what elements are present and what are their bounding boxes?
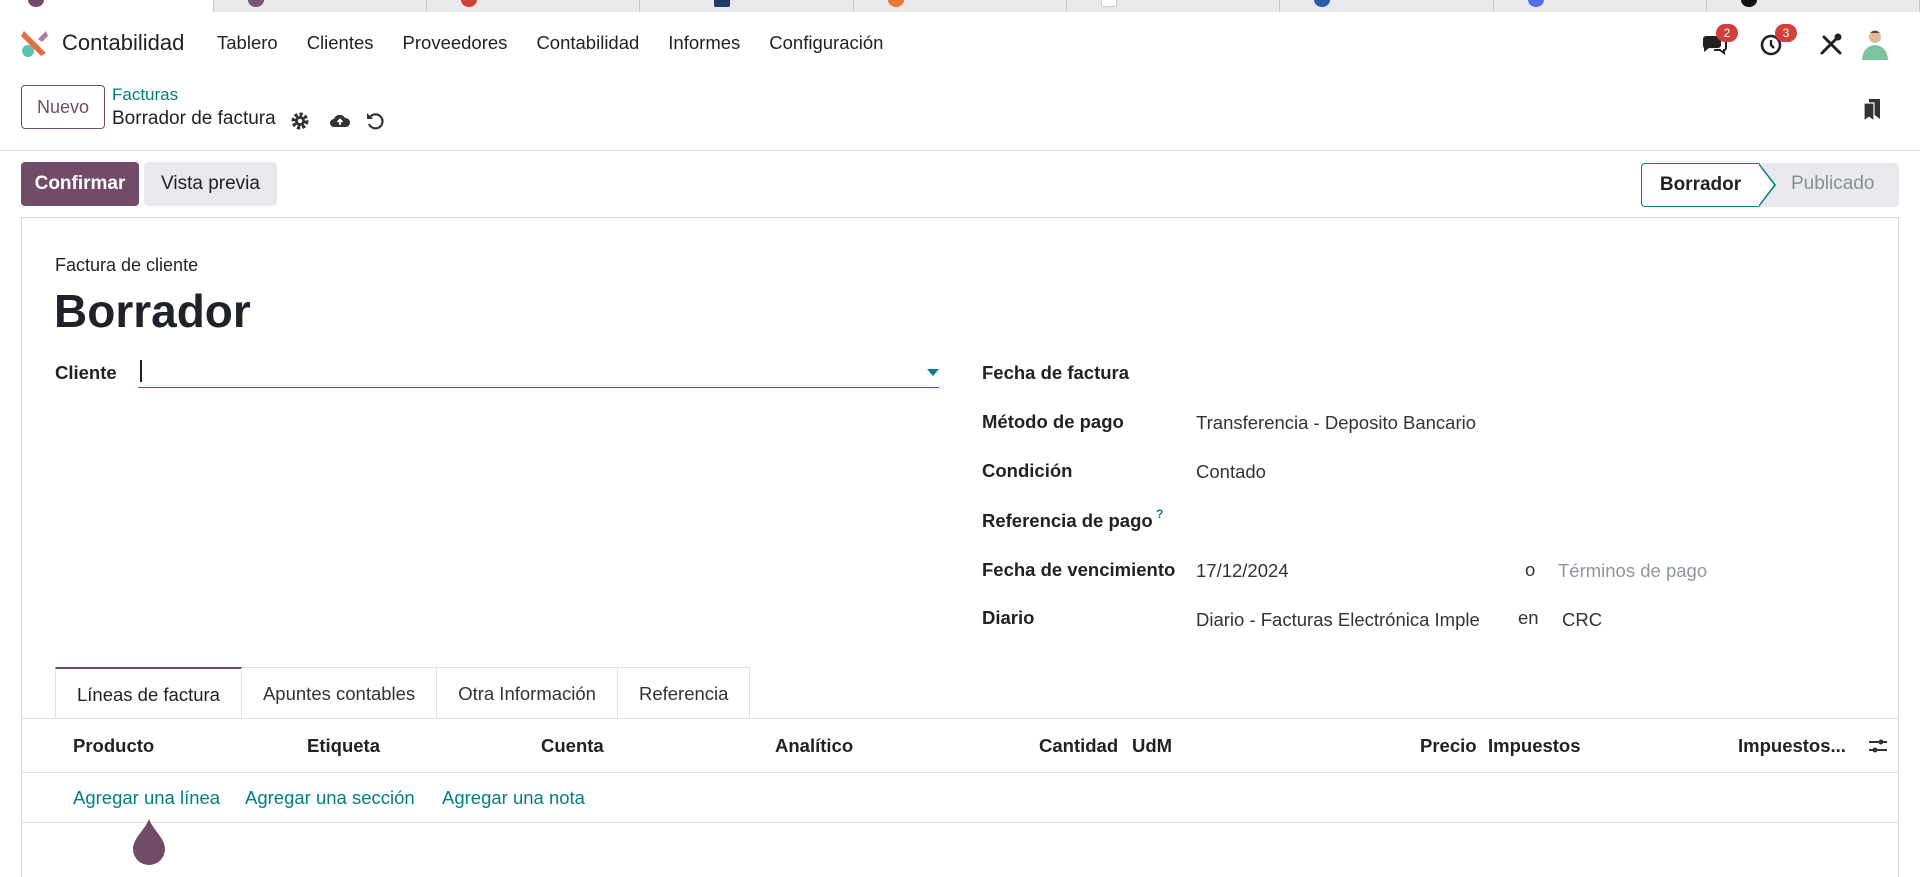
preview-button[interactable]: Vista previa bbox=[144, 162, 277, 206]
in-text: en bbox=[1518, 607, 1539, 628]
avatar[interactable] bbox=[1858, 26, 1892, 60]
activities-count-badge: 3 bbox=[1775, 24, 1797, 42]
tab-favicon-icon bbox=[1741, 0, 1757, 7]
bookmark-icon[interactable] bbox=[1862, 98, 1882, 122]
journal-field[interactable]: Diario - Facturas Electrónica Imple bbox=[1196, 609, 1489, 631]
document-type: Factura de cliente bbox=[55, 255, 199, 275]
breadcrumb-current: Borrador de factura bbox=[112, 108, 276, 129]
status-bar: Borrador Publicado bbox=[1641, 163, 1899, 207]
column-header-account[interactable]: Cuenta bbox=[541, 735, 604, 757]
tab-favicon-icon bbox=[714, 0, 730, 7]
payment-terms-field[interactable]: Términos de pago bbox=[1558, 560, 1707, 582]
menu-item-tablero[interactable]: Tablero bbox=[217, 32, 278, 54]
client-label: Cliente bbox=[55, 362, 117, 383]
column-header-label[interactable]: Etiqueta bbox=[307, 735, 380, 757]
gear-icon[interactable] bbox=[289, 110, 311, 132]
action-bar: Confirmar Vista previa Borrador Publicad… bbox=[0, 151, 1920, 217]
tab-favicon-icon bbox=[1528, 0, 1544, 7]
app-name[interactable]: Contabilidad bbox=[62, 30, 184, 56]
tab-favicon-icon bbox=[1314, 0, 1330, 7]
status-posted[interactable]: Publicado bbox=[1759, 163, 1899, 207]
lines-table-header: Producto Etiqueta Cuenta Analítico Canti… bbox=[22, 719, 1898, 773]
add-line-link[interactable]: Agregar una línea bbox=[73, 787, 220, 809]
tab-favicon-icon bbox=[888, 0, 904, 7]
status-draft[interactable]: Borrador bbox=[1641, 163, 1776, 207]
browser-tab-strip bbox=[0, 0, 1920, 12]
menu-item-clientes[interactable]: Clientes bbox=[307, 32, 374, 54]
undo-icon[interactable] bbox=[364, 110, 386, 132]
new-button[interactable]: Nuevo bbox=[21, 85, 105, 129]
top-navbar: Contabilidad Tablero Clientes Proveedore… bbox=[0, 12, 1920, 74]
browser-tab[interactable] bbox=[1280, 0, 1494, 12]
tab-journal-items[interactable]: Apuntes contables bbox=[241, 667, 438, 719]
tab-favicon-icon bbox=[1101, 0, 1117, 7]
tab-reference[interactable]: Referencia bbox=[617, 667, 751, 719]
browser-tab[interactable] bbox=[854, 0, 1067, 12]
main-menu: Tablero Clientes Proveedores Contabilida… bbox=[217, 32, 912, 54]
status-arrow bbox=[1758, 163, 1776, 207]
app-logo-icon[interactable] bbox=[20, 28, 50, 58]
tab-other-info[interactable]: Otra Información bbox=[437, 667, 618, 719]
document-title: Borrador bbox=[54, 285, 251, 337]
or-text: o bbox=[1525, 559, 1536, 580]
add-line-row: Agregar una línea Agregar una sección Ag… bbox=[22, 773, 1898, 823]
journal-label: Diario bbox=[982, 607, 1035, 628]
tab-favicon-icon bbox=[248, 0, 264, 7]
invoice-date-label: Fecha de factura bbox=[982, 362, 1130, 383]
browser-tab[interactable] bbox=[427, 0, 640, 12]
status-draft-label: Borrador bbox=[1659, 174, 1742, 195]
column-header-analytic[interactable]: Analítico bbox=[775, 735, 853, 757]
column-options-icon[interactable] bbox=[1868, 737, 1888, 755]
browser-tab[interactable] bbox=[640, 0, 854, 12]
add-section-link[interactable]: Agregar una sección bbox=[245, 787, 415, 809]
menu-item-informes[interactable]: Informes bbox=[668, 32, 740, 54]
payment-method-label: Método de pago bbox=[982, 411, 1124, 432]
column-header-taxes[interactable]: Impuestos bbox=[1488, 735, 1581, 757]
browser-tab[interactable] bbox=[214, 0, 427, 12]
browser-tab[interactable] bbox=[1494, 0, 1707, 12]
tab-invoice-lines[interactable]: Líneas de factura bbox=[55, 667, 242, 719]
tab-favicon-icon bbox=[28, 0, 44, 7]
cloud-upload-icon[interactable] bbox=[329, 110, 351, 132]
tools-icon[interactable] bbox=[1817, 30, 1845, 58]
activities-button[interactable]: 3 bbox=[1759, 24, 1797, 58]
messages-button[interactable]: 2 bbox=[1700, 24, 1738, 58]
help-tooltip-icon[interactable]: ? bbox=[1156, 507, 1163, 521]
column-header-uom[interactable]: UdM bbox=[1132, 735, 1172, 757]
breadcrumb-parent-link[interactable]: Facturas bbox=[112, 85, 178, 105]
condition-field[interactable]: Contado bbox=[1196, 461, 1266, 483]
control-panel: Nuevo Facturas Borrador de factura bbox=[0, 74, 1920, 151]
add-note-link[interactable]: Agregar una nota bbox=[442, 787, 585, 809]
browser-tab[interactable] bbox=[0, 0, 214, 12]
due-date-field[interactable]: 17/12/2024 bbox=[1196, 560, 1289, 582]
condition-label: Condición bbox=[982, 460, 1073, 481]
browser-tab[interactable] bbox=[1067, 0, 1280, 12]
notebook-tabs: Líneas de factura Apuntes contables Otra… bbox=[55, 667, 751, 719]
menu-item-proveedores[interactable]: Proveedores bbox=[403, 32, 508, 54]
due-date-label: Fecha de vencimiento bbox=[982, 559, 1176, 580]
menu-item-configuracion[interactable]: Configuración bbox=[769, 32, 883, 54]
column-header-product[interactable]: Producto bbox=[73, 735, 154, 757]
payment-method-field[interactable]: Transferencia - Deposito Bancario bbox=[1196, 412, 1496, 434]
cursor-marker-icon bbox=[133, 819, 165, 865]
browser-tab[interactable] bbox=[1707, 0, 1920, 12]
menu-item-contabilidad[interactable]: Contabilidad bbox=[536, 32, 639, 54]
column-header-price[interactable]: Precio bbox=[1420, 735, 1477, 757]
messages-count-badge: 2 bbox=[1716, 24, 1738, 42]
text-caret bbox=[140, 360, 142, 382]
currency-field[interactable]: CRC bbox=[1562, 609, 1602, 631]
payment-reference-label: Referencia de pago bbox=[982, 510, 1153, 531]
client-input[interactable] bbox=[138, 356, 939, 388]
chevron-down-icon[interactable] bbox=[927, 369, 939, 376]
column-header-quantity[interactable]: Cantidad bbox=[1039, 735, 1118, 757]
tab-favicon-icon bbox=[461, 0, 477, 7]
confirm-button[interactable]: Confirmar bbox=[21, 162, 139, 206]
status-posted-label: Publicado bbox=[1791, 173, 1875, 194]
column-header-taxes-more[interactable]: Impuestos... bbox=[1738, 735, 1846, 757]
form-sheet: Factura de cliente Borrador Cliente Fech… bbox=[21, 217, 1899, 877]
